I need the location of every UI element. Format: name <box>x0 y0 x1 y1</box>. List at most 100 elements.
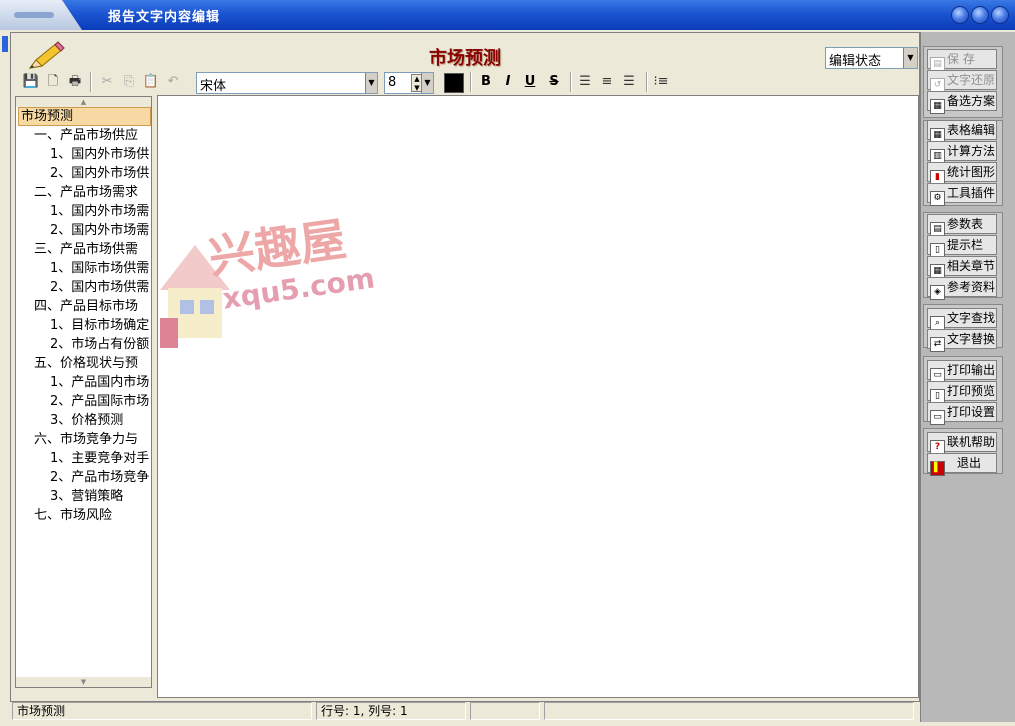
edit-status-value: 编辑状态 <box>829 54 882 69</box>
chevron-down-icon[interactable]: ▼ <box>421 73 433 93</box>
font-size-value: 8 <box>388 75 397 90</box>
tree-item[interactable]: 2、国内外市场供 <box>18 164 151 183</box>
find-text-button[interactable]: ⌕ 文字查找 <box>927 308 997 331</box>
tree-item[interactable]: 2、国内外市场需 <box>18 221 151 240</box>
reference-icon: ◈ <box>930 285 945 300</box>
tree-item[interactable]: 1、国际市场供需 <box>18 259 151 278</box>
align-center-icon[interactable]: ≡ <box>598 73 616 91</box>
underline-button[interactable]: U <box>521 73 539 91</box>
minimize-button[interactable] <box>951 6 969 24</box>
splitter[interactable] <box>152 96 156 696</box>
tree-item[interactable]: 2、国内市场供需 <box>18 278 151 297</box>
replace-icon: ⇄ <box>930 337 945 352</box>
italic-button[interactable]: I <box>499 73 517 91</box>
font-color-swatch[interactable] <box>444 73 464 93</box>
tree-item[interactable]: 六、市场竞争力与 <box>18 430 151 449</box>
strikethrough-button[interactable]: S <box>545 73 563 91</box>
tree-item[interactable]: 三、产品市场供需 <box>18 240 151 259</box>
status-cell-empty <box>470 702 540 720</box>
save-label: 保 存 <box>947 52 975 66</box>
app-icon <box>0 0 82 30</box>
scroll-down-icon[interactable]: ▼ <box>16 677 151 687</box>
tree-item[interactable]: 1、产品国内市场 <box>18 373 151 392</box>
hint-bar-button[interactable]: ▯ 提示栏 <box>927 235 997 258</box>
tree-item[interactable]: 3、营销策略 <box>18 487 151 506</box>
tree-item[interactable]: 1、主要竞争对手 <box>18 449 151 468</box>
stat-chart-button[interactable]: ▮ 统计图形 <box>927 162 997 185</box>
toolbar-separator <box>646 72 648 92</box>
copy-icon[interactable]: ⎘ <box>120 73 138 91</box>
close-button[interactable] <box>991 6 1009 24</box>
tree-item[interactable]: 四、产品目标市场 <box>18 297 151 316</box>
table-edit-button[interactable]: ▦ 表格编辑 <box>927 120 997 143</box>
print-settings-button[interactable]: ▭ 打印设置 <box>927 402 997 425</box>
tree-item[interactable]: 1、国内外市场供 <box>18 145 151 164</box>
alternatives-button[interactable]: ▦ 备选方案 <box>927 91 997 114</box>
undo-icon[interactable]: ↶ <box>164 73 182 91</box>
window-controls <box>951 6 1009 24</box>
tree-item[interactable]: 五、价格现状与预 <box>18 354 151 373</box>
status-position: 行号: 1, 列号: 1 <box>316 702 466 720</box>
save-button[interactable]: ▤ 保 存 <box>927 49 997 72</box>
status-cell-empty <box>544 702 914 720</box>
tool-plugin-button[interactable]: ⚙ 工具插件 <box>927 183 997 206</box>
tree-item[interactable]: 二、产品市场需求 <box>18 183 151 202</box>
related-chapter-button[interactable]: ▦ 相关章节 <box>927 256 997 279</box>
chevron-down-icon[interactable]: ▼ <box>365 73 377 93</box>
cut-icon[interactable]: ✂ <box>98 73 116 91</box>
hint-bar-label: 提示栏 <box>947 238 984 252</box>
toolbar-separator <box>470 72 472 92</box>
param-table-button[interactable]: ▤ 参数表 <box>927 214 997 237</box>
exit-button[interactable]: ▌ 退出 <box>927 453 997 476</box>
outline-tree[interactable]: ▲ 市场预测 一、产品市场供应 1、国内外市场供 2、国内外市场供 二、产品市场需求 1、… <box>15 96 152 688</box>
reference-button[interactable]: ◈ 参考资料 <box>927 277 997 300</box>
document-title: 市场预测 <box>429 48 501 69</box>
restore-label: 文字还原 <box>947 73 996 87</box>
font-name-select[interactable]: 宋体 ▼ <box>196 72 378 94</box>
calc-method-button[interactable]: ▥ 计算方法 <box>927 141 997 164</box>
restore-text-button[interactable]: ↺ 文字还原 <box>927 70 997 93</box>
find-text-label: 文字查找 <box>947 311 996 325</box>
tree-item[interactable]: 1、国内外市场需 <box>18 202 151 221</box>
print-settings-icon: ▭ <box>930 410 945 425</box>
table-edit-label: 表格编辑 <box>947 123 996 137</box>
replace-text-button[interactable]: ⇄ 文字替换 <box>927 329 997 352</box>
online-help-button[interactable]: ? 联机帮助 <box>927 432 997 455</box>
tree-item[interactable]: 一、产品市场供应 <box>18 126 151 145</box>
print-preview-button[interactable]: ▯ 打印预览 <box>927 381 997 404</box>
bullet-list-icon[interactable]: ⁝≡ <box>652 73 670 91</box>
tree-item[interactable]: 1、目标市场确定 <box>18 316 151 335</box>
tree-item[interactable]: 2、产品市场竞争 <box>18 468 151 487</box>
format-toolbar: 💾 🗋 🖶 ✂ ⎘ 📋 ↶ 宋体 ▼ 8 ▲ ▼ ▼ B I U S ☰ ≡ ☰ … <box>18 70 918 94</box>
bold-button[interactable]: B <box>477 73 495 91</box>
print-icon[interactable]: 🖶 <box>66 73 84 91</box>
print-output-button[interactable]: ▭ 打印输出 <box>927 360 997 383</box>
print-settings-label: 打印设置 <box>947 405 996 419</box>
tree-item[interactable]: 七、市场风险 <box>18 506 151 525</box>
paste-icon[interactable]: 📋 <box>142 73 160 91</box>
chevron-down-icon[interactable]: ▼ <box>903 48 917 68</box>
edit-status-select[interactable]: 编辑状态 ▼ <box>825 47 918 69</box>
align-left-icon[interactable]: ☰ <box>576 73 594 91</box>
alternatives-label: 备选方案 <box>947 94 996 108</box>
tree-item[interactable]: 2、市场占有份额 <box>18 335 151 354</box>
online-help-label: 联机帮助 <box>947 435 996 449</box>
maximize-button[interactable] <box>971 6 989 24</box>
tree-item[interactable]: 市场预测 <box>18 107 151 126</box>
print-output-label: 打印输出 <box>947 363 996 377</box>
tree-item[interactable]: 3、价格预测 <box>18 411 151 430</box>
tree-list: 市场预测 一、产品市场供应 1、国内外市场供 2、国内外市场供 二、产品市场需求 1、国内… <box>18 107 151 525</box>
left-edge <box>0 32 10 726</box>
stat-chart-label: 统计图形 <box>947 165 996 179</box>
tree-item[interactable]: 2、产品国际市场 <box>18 392 151 411</box>
scroll-up-icon[interactable]: ▲ <box>16 97 151 107</box>
align-right-icon[interactable]: ☰ <box>620 73 638 91</box>
save-icon[interactable]: 💾 <box>22 73 40 91</box>
print-preview-label: 打印预览 <box>947 384 996 398</box>
window-title: 报告文字内容编辑 <box>108 10 221 25</box>
new-document-icon[interactable]: 🗋 <box>44 73 62 91</box>
alternatives-icon: ▦ <box>930 99 945 114</box>
font-size-stepper[interactable]: 8 ▲ ▼ ▼ <box>384 72 434 94</box>
param-table-label: 参数表 <box>947 217 984 231</box>
text-editor-area[interactable] <box>157 95 919 698</box>
